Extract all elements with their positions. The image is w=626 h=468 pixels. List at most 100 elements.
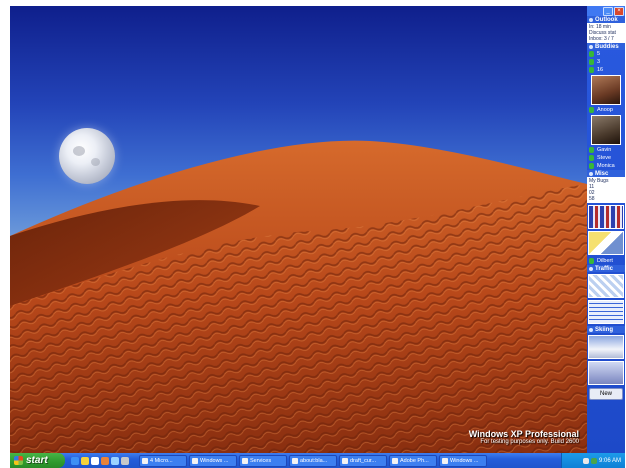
app-icon xyxy=(342,457,348,464)
task-button[interactable]: Services xyxy=(239,454,287,467)
task-label: Adobe Ph... xyxy=(400,457,429,464)
misc-tile[interactable]: My Bugs 11 02 58 xyxy=(587,177,625,203)
buddy-icon xyxy=(589,147,594,153)
buddy-count: 5 xyxy=(597,51,601,57)
misc-tile-header[interactable]: Misc xyxy=(587,170,625,177)
skiing-tile-header[interactable]: Skiing xyxy=(587,326,625,333)
task-button[interactable]: Windows ... xyxy=(439,454,487,467)
solitaire-thumbnail[interactable] xyxy=(588,205,624,229)
task-buttons: 4 Micro... Windows ... Services about:bl… xyxy=(139,454,487,467)
buddy-count-row[interactable]: 3 xyxy=(587,58,625,66)
task-label: Windows ... xyxy=(200,457,229,464)
comic-thumbnail[interactable] xyxy=(588,231,624,255)
skiing-icon xyxy=(589,327,593,332)
os-watermark: Windows XP Professional For testing purp… xyxy=(469,429,579,445)
calculator-icon[interactable] xyxy=(121,456,129,465)
task-button[interactable]: Adobe Ph... xyxy=(389,454,437,467)
buddy-photo[interactable] xyxy=(591,115,621,145)
sidebar-titlebar: _ × xyxy=(587,6,625,16)
quick-launch xyxy=(71,456,129,465)
outlook-tile-header[interactable]: Outlook xyxy=(587,16,625,23)
moon xyxy=(59,128,115,184)
task-label: Services xyxy=(250,457,272,464)
task-button[interactable]: 4 Micro... xyxy=(139,454,187,467)
buddy-name: Steve xyxy=(597,155,612,161)
app-icon xyxy=(392,457,398,464)
buddy-photo[interactable] xyxy=(591,75,621,105)
minimize-button[interactable]: _ xyxy=(603,7,613,16)
sidebar-panel: _ × Outlook In: 18 min Discuss stat Inbo… xyxy=(587,6,625,453)
buddy-name: Monica xyxy=(597,163,615,169)
buddies-title: Buddies xyxy=(595,43,619,50)
dune-illustration xyxy=(10,140,587,453)
traffic-map-thumbnail[interactable] xyxy=(588,274,624,298)
start-label: start xyxy=(26,455,48,466)
task-label: 4 Micro... xyxy=(150,457,173,464)
new-button-label: New xyxy=(599,391,612,397)
task-label: Windows ... xyxy=(450,457,479,464)
system-tray: 9:06 AM xyxy=(561,453,625,468)
buddies-icon xyxy=(589,44,593,49)
outlook-line: Inbox: 3 / 7 xyxy=(589,36,614,42)
watermark-title: Windows XP Professional xyxy=(468,429,579,439)
browser-icon[interactable] xyxy=(71,456,79,465)
traffic-title: Traffic xyxy=(595,265,614,272)
new-tile-button[interactable]: New xyxy=(589,388,623,400)
buddy-item[interactable]: Steve xyxy=(587,154,625,162)
folder-icon[interactable] xyxy=(81,456,89,465)
buddy-icon xyxy=(589,51,594,57)
outlook-title: Outlook xyxy=(595,16,618,23)
clock[interactable]: 9:06 AM xyxy=(599,458,621,464)
traffic-tile-header[interactable]: Traffic xyxy=(587,265,625,272)
buddy-item[interactable]: Monica xyxy=(587,162,625,170)
task-button[interactable]: Windows ... xyxy=(189,454,237,467)
buddy-count: 16 xyxy=(597,67,604,73)
taskbar: start 4 Micro... Windows ... Services ab… xyxy=(10,453,625,468)
skiing-title: Skiing xyxy=(595,326,614,333)
buddies-tile-header[interactable]: Buddies xyxy=(587,43,625,50)
buddy-count-row[interactable]: 5 xyxy=(587,50,625,58)
app-icon xyxy=(192,457,198,464)
buddy-item[interactable]: Anoop xyxy=(587,106,625,114)
outlook-tile[interactable]: In: 18 min Discuss stat Inbox: 3 / 7 xyxy=(587,23,625,43)
task-label: about:bla... xyxy=(300,457,328,464)
dilbert-label-row[interactable]: Dilbert xyxy=(587,257,625,265)
buddy-name: Gavin xyxy=(597,147,612,153)
network-icon[interactable] xyxy=(582,457,589,464)
buddy-item[interactable]: Gavin xyxy=(587,146,625,154)
buddy-name: Anoop xyxy=(597,107,613,113)
buddy-icon xyxy=(589,163,594,169)
buddy-icon xyxy=(589,107,594,113)
traffic-icon xyxy=(589,266,593,271)
app-icon xyxy=(242,457,248,464)
app-icon xyxy=(142,457,148,464)
watermark-subtitle: For testing purposes only. Build 2600 xyxy=(480,439,579,445)
buddy-icon xyxy=(589,59,594,65)
messenger-tray-icon[interactable] xyxy=(590,457,597,464)
buddy-count-row[interactable]: 16 xyxy=(587,66,625,74)
desktop-wallpaper: Windows XP Professional For testing purp… xyxy=(10,6,587,453)
buddy-icon xyxy=(589,155,594,161)
close-button[interactable]: × xyxy=(614,7,624,16)
misc-icon xyxy=(589,171,593,176)
start-button[interactable]: start xyxy=(10,453,65,468)
misc-value: 58 xyxy=(589,196,595,202)
ski-resort-thumbnail[interactable] xyxy=(588,335,624,359)
buddy-icon xyxy=(589,67,594,73)
app-icon xyxy=(442,457,448,464)
messenger-icon[interactable] xyxy=(111,456,119,465)
task-label: draft_cur... xyxy=(350,457,376,464)
buddy-count: 3 xyxy=(597,59,601,65)
task-button[interactable]: about:bla... xyxy=(289,454,337,467)
ski-resort-thumbnail[interactable] xyxy=(588,361,624,385)
app-icon xyxy=(292,457,298,464)
windows-logo-icon xyxy=(14,456,23,465)
traffic-chart-thumbnail[interactable] xyxy=(588,300,624,324)
misc-title: Misc xyxy=(595,170,609,177)
dilbert-icon xyxy=(589,258,594,264)
media-icon[interactable] xyxy=(101,456,109,465)
outlook-icon xyxy=(589,17,593,22)
task-button[interactable]: draft_cur... xyxy=(339,454,387,467)
document-icon[interactable] xyxy=(91,456,99,465)
dilbert-label: Dilbert xyxy=(597,258,613,264)
